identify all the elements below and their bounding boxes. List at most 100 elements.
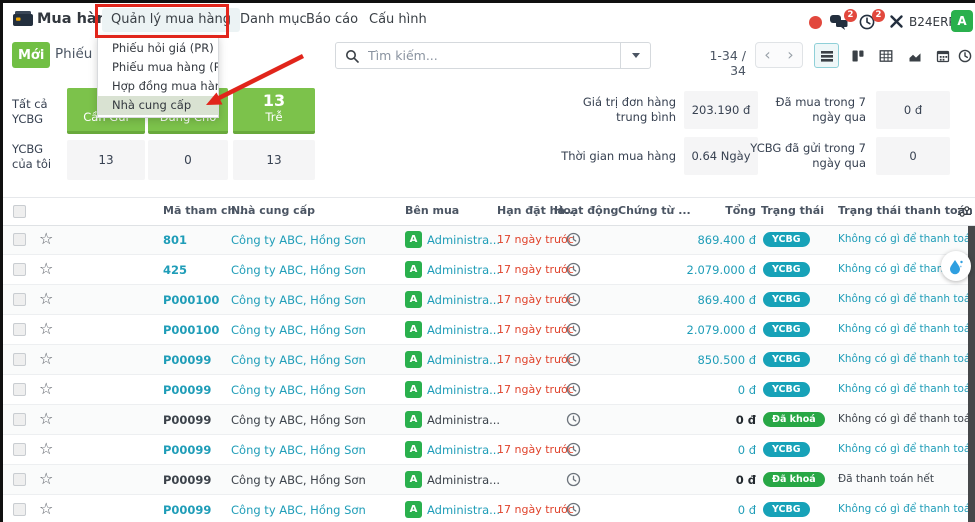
view-graph-button[interactable] [902,43,927,68]
view-activity-button[interactable] [952,43,975,68]
supplier-link[interactable]: Công ty ABC, Hồng Sơn [231,293,366,307]
tools-icon[interactable] [889,14,904,33]
row-checkbox[interactable] [13,293,26,306]
supplier-link[interactable]: Công ty ABC, Hồng Sơn [231,323,366,337]
col-payment-status[interactable]: Trạng thái thanh toán [838,204,973,217]
activity-clock-icon[interactable] [566,442,581,461]
row-checkbox[interactable] [13,413,26,426]
activity-clock-icon[interactable] [566,352,581,371]
search-box[interactable] [335,42,651,69]
star-icon[interactable]: ☆ [39,379,53,398]
supplier-link[interactable]: Công ty ABC, Hồng Sơn [231,263,366,277]
activity-clock-icon[interactable] [566,322,581,341]
col-activity[interactable]: Hoạt động [554,204,618,217]
card-tre[interactable]: 13 Trễ [233,88,315,134]
company-name[interactable]: B24ERP [909,15,956,29]
row-checkbox[interactable] [13,473,26,486]
new-button[interactable]: Mới [12,42,50,68]
activity-clock-icon[interactable] [566,262,581,281]
pager-next-button[interactable]: › [779,43,802,67]
reference-link[interactable]: P00099 [163,353,211,367]
star-icon[interactable]: ☆ [39,229,53,248]
view-list-button[interactable] [814,43,839,68]
dropdown-item-phieu-mua-hang[interactable]: Phiếu mua hàng (PO) [98,58,218,77]
app-window: Mua hàng Quản lý mua hàng Danh mục Báo c… [0,0,975,522]
col-buyer[interactable]: Bên mua [405,204,459,217]
floating-download-widget[interactable] [941,251,971,281]
reference-link[interactable]: P00099 [163,473,211,487]
supplier-link[interactable]: Công ty ABC, Hồng Sơn [231,443,366,457]
star-icon[interactable]: ☆ [39,469,53,488]
table-row[interactable]: ☆ 425 Công ty ABC, Hồng Sơn A Administra… [3,255,975,285]
activity-clock-icon[interactable] [566,382,581,401]
table-row[interactable]: ☆ 801 Công ty ABC, Hồng Sơn A Administra… [3,225,975,255]
dropdown-item-phieu-hoi-gia[interactable]: Phiếu hỏi giá (PR) [98,39,218,58]
activity-clock-icon[interactable] [566,472,581,491]
row-checkbox[interactable] [13,443,26,456]
my-count-dang-cho[interactable]: 0 [148,140,228,180]
reference-link[interactable]: P00099 [163,443,211,457]
row-checkbox[interactable] [13,263,26,276]
activity-clock-icon[interactable] [566,412,581,431]
table-row[interactable]: ☆ P00099 Công ty ABC, Hồng Sơn A Adminis… [3,465,975,495]
supplier-link[interactable]: Công ty ABC, Hồng Sơn [231,383,366,397]
dropdown-item-hop-dong[interactable]: Hợp đồng mua hàng [98,77,218,96]
activity-clock-icon[interactable] [566,232,581,251]
reference-link[interactable]: P00099 [163,383,211,397]
pager-prev-button[interactable]: ‹ [756,43,779,67]
my-count-tre[interactable]: 13 [233,140,315,180]
view-pivot-button[interactable] [873,43,898,68]
star-icon[interactable]: ☆ [39,289,53,308]
search-filter-dropdown[interactable] [620,43,650,68]
table-row[interactable]: ☆ P00099 Công ty ABC, Hồng Sơn A Adminis… [3,375,975,405]
purchase-app-icon[interactable] [12,10,34,32]
col-supplier[interactable]: Nhà cung cấp [231,204,315,217]
row-checkbox[interactable] [13,503,26,516]
table-row[interactable]: ☆ P000100 Công ty ABC, Hồng Sơn A Admini… [3,315,975,345]
view-kanban-button[interactable] [845,43,870,68]
table-row[interactable]: ☆ P00099 Công ty ABC, Hồng Sơn A Adminis… [3,405,975,435]
star-icon[interactable]: ☆ [39,319,53,338]
reference-link[interactable]: P000100 [163,293,219,307]
star-icon[interactable]: ☆ [39,439,53,458]
menu-quan-ly-mua-hang[interactable]: Quản lý mua hàng [102,8,240,32]
star-icon[interactable]: ☆ [39,259,53,278]
menu-cau-hinh[interactable]: Cấu hình [360,8,436,32]
purchase-management-dropdown: Phiếu hỏi giá (PR) Phiếu mua hàng (PO) H… [97,36,219,118]
reference-link[interactable]: P00099 [163,503,211,517]
star-icon[interactable]: ☆ [39,349,53,368]
row-checkbox[interactable] [13,353,26,366]
star-icon[interactable]: ☆ [39,409,53,428]
column-settings-icon[interactable] [957,204,972,222]
select-all-checkbox[interactable] [13,205,26,218]
col-status[interactable]: Trạng thái [761,204,824,217]
supplier-link[interactable]: Công ty ABC, Hồng Sơn [231,413,366,427]
activity-clock-icon[interactable] [566,292,581,311]
dropdown-item-nha-cung-cap[interactable]: Nhà cung cấp [98,96,218,115]
screenshot-top-border [0,0,975,3]
supplier-link[interactable]: Công ty ABC, Hồng Sơn [231,503,366,517]
col-total[interactable]: Tổng [693,204,756,217]
row-checkbox[interactable] [13,383,26,396]
table-row[interactable]: ☆ P00099 Công ty ABC, Hồng Sơn A Adminis… [3,345,975,375]
reference-link[interactable]: P000100 [163,323,219,337]
supplier-link[interactable]: Công ty ABC, Hồng Sơn [231,473,366,487]
supplier-link[interactable]: Công ty ABC, Hồng Sơn [231,353,366,367]
reference-link[interactable]: 801 [163,233,187,247]
col-documents[interactable]: Chứng từ ... [618,204,691,217]
row-checkbox[interactable] [13,323,26,336]
reference-link[interactable]: 425 [163,263,187,277]
star-icon[interactable]: ☆ [39,499,53,518]
my-count-can-gui[interactable]: 13 [67,140,145,180]
user-avatar[interactable]: A [951,10,973,32]
table-row[interactable]: ☆ P000100 Công ty ABC, Hồng Sơn A Admini… [3,285,975,315]
table-row[interactable]: ☆ P00099 Công ty ABC, Hồng Sơn A Adminis… [3,495,975,522]
buyer-avatar: A [405,231,422,248]
row-checkbox[interactable] [13,233,26,246]
search-input[interactable] [366,47,620,64]
supplier-link[interactable]: Công ty ABC, Hồng Sơn [231,233,366,247]
activity-clock-icon[interactable] [566,502,581,521]
menu-bao-cao[interactable]: Báo cáo [297,8,367,32]
reference-link[interactable]: P00099 [163,413,211,427]
table-row[interactable]: ☆ P00099 Công ty ABC, Hồng Sơn A Adminis… [3,435,975,465]
